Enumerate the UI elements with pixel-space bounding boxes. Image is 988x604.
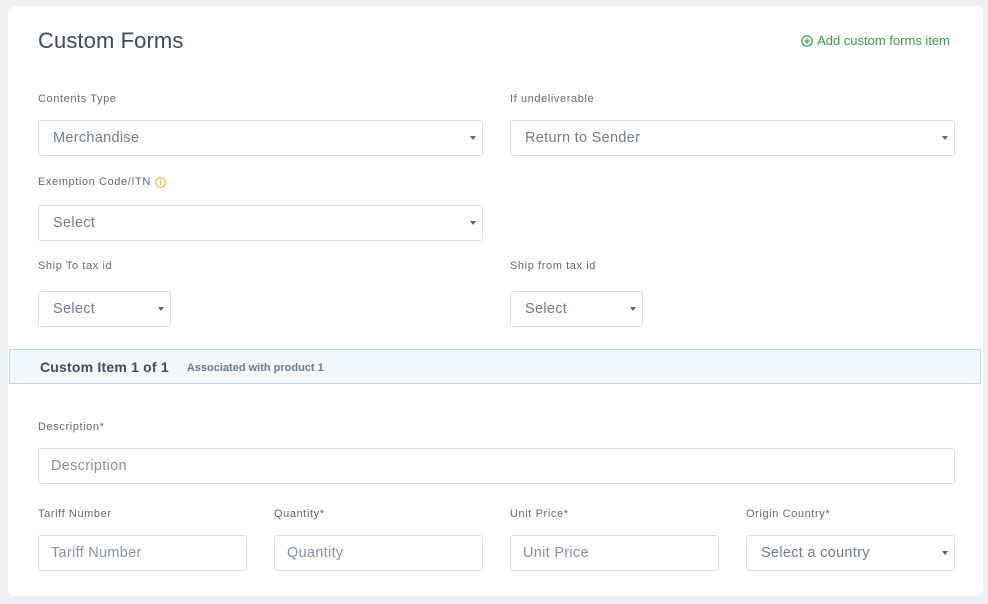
- if-undeliverable-value: Return to Sender: [525, 130, 641, 146]
- contents-type-select[interactable]: Merchandise: [38, 120, 483, 156]
- ship-from-tax-id-select[interactable]: Select: [510, 291, 643, 327]
- exemption-code-value: Select: [53, 215, 96, 231]
- info-circle-icon[interactable]: [155, 176, 166, 188]
- origin-country-value: Select a country: [761, 545, 870, 561]
- custom-forms-card: Custom Forms Add custom forms item Conte…: [8, 6, 983, 596]
- ship-to-tax-id-value: Select: [53, 301, 96, 317]
- ship-from-tax-id-label: Ship from tax id: [510, 260, 597, 272]
- page-title: Custom Forms: [38, 28, 184, 53]
- exemption-code-label: Exemption Code/ITN: [38, 176, 151, 188]
- ship-from-tax-id-value: Select: [525, 301, 568, 317]
- custom-item-title: Custom Item 1 of 1: [40, 358, 169, 375]
- caret-down-icon: [470, 136, 476, 140]
- contents-type-label: Contents Type: [38, 93, 117, 105]
- ship-to-tax-id-select[interactable]: Select: [38, 291, 171, 327]
- tariff-number-label: Tariff Number: [38, 508, 112, 520]
- tariff-number-input[interactable]: [38, 535, 247, 571]
- custom-item-subtitle: Associated with product 1: [186, 361, 324, 374]
- plus-circle-icon: [801, 34, 813, 47]
- description-input[interactable]: [38, 448, 955, 484]
- exemption-code-label-group: Exemption Code/ITN: [38, 176, 166, 188]
- if-undeliverable-select[interactable]: Return to Sender: [510, 120, 955, 156]
- exemption-code-select[interactable]: Select: [38, 205, 483, 241]
- origin-country-label: Origin Country*: [746, 508, 831, 520]
- add-custom-forms-item-link[interactable]: Add custom forms item: [801, 33, 950, 48]
- if-undeliverable-label: If undeliverable: [510, 93, 595, 105]
- description-label: Description*: [38, 421, 105, 433]
- caret-down-icon: [470, 221, 476, 225]
- caret-down-icon: [942, 551, 948, 555]
- caret-down-icon: [630, 307, 636, 311]
- caret-down-icon: [158, 307, 164, 311]
- quantity-label: Quantity*: [274, 508, 325, 520]
- origin-country-select[interactable]: Select a country: [746, 535, 955, 571]
- custom-item-header: Custom Item 1 of 1 Associated with produ…: [9, 349, 981, 384]
- ship-to-tax-id-label: Ship To tax id: [38, 260, 113, 272]
- unit-price-label: Unit Price*: [510, 508, 569, 520]
- add-custom-forms-item-label: Add custom forms item: [817, 33, 950, 48]
- caret-down-icon: [942, 136, 948, 140]
- contents-type-value: Merchandise: [53, 130, 140, 146]
- quantity-input[interactable]: [274, 535, 483, 571]
- unit-price-input[interactable]: [510, 535, 719, 571]
